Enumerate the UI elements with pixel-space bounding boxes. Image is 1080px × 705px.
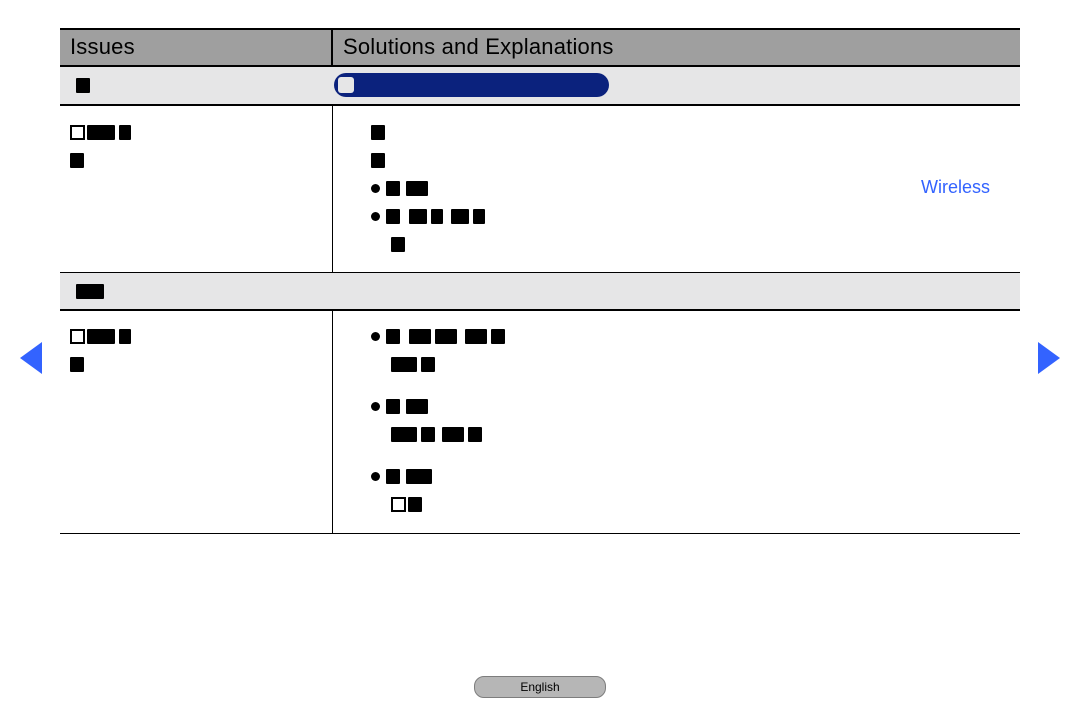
header-issues: Issues bbox=[60, 29, 332, 66]
solution-cell: Wireless bbox=[332, 105, 1020, 273]
issue-cell bbox=[60, 310, 332, 534]
group-row bbox=[60, 66, 1020, 105]
table: Issues Solutions and Explanations bbox=[60, 28, 1020, 534]
table-row bbox=[60, 310, 1020, 534]
prev-arrow-icon[interactable] bbox=[20, 342, 42, 374]
wireless-link[interactable]: Wireless bbox=[921, 174, 990, 200]
next-arrow-icon[interactable] bbox=[1038, 342, 1060, 374]
group-pill bbox=[334, 73, 609, 97]
solution-cell bbox=[332, 310, 1020, 534]
table-row: Wireless bbox=[60, 105, 1020, 273]
troubleshooting-table: Issues Solutions and Explanations bbox=[60, 28, 1020, 534]
group-row bbox=[60, 273, 1020, 310]
language-button[interactable]: English bbox=[474, 676, 606, 698]
issue-cell bbox=[60, 105, 332, 273]
header-solutions: Solutions and Explanations bbox=[332, 29, 1020, 66]
table-header: Issues Solutions and Explanations bbox=[60, 29, 1020, 66]
